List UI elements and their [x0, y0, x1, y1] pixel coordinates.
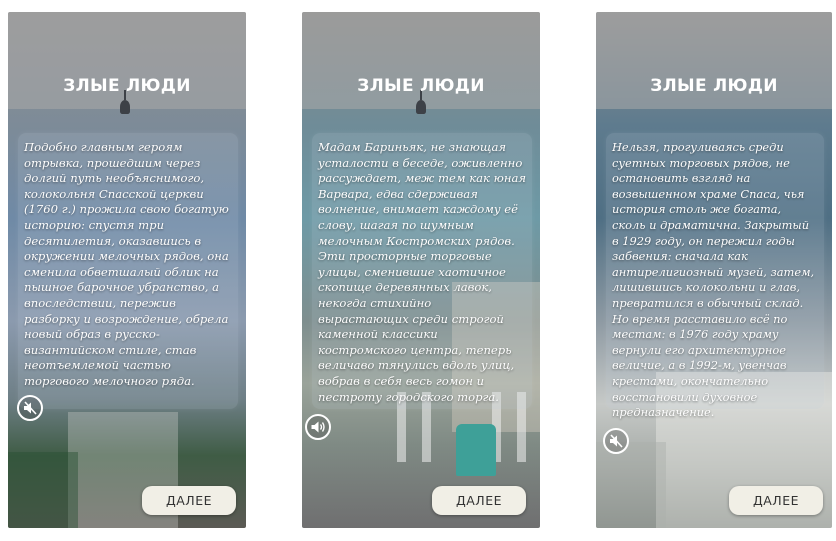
screen-title: ЗЛЫЕ ЛЮДИ: [63, 76, 191, 96]
sound-on-icon: [311, 421, 325, 433]
screen-title: ЗЛЫЕ ЛЮДИ: [357, 76, 485, 96]
church-wall: [596, 442, 666, 528]
sound-toggle-button[interactable]: [603, 428, 629, 454]
story-screen-1: ЗЛЫЕ ЛЮДИ Подобно главным героям отрывка…: [8, 12, 246, 528]
sound-toggle-button[interactable]: [17, 395, 43, 421]
story-text: Мадам Бариньяк, не знающая усталости в б…: [318, 140, 527, 404]
next-button[interactable]: ДАЛЕЕ: [432, 486, 526, 515]
story-text: Нельзя, прогуливаясь среди суетных торго…: [612, 140, 815, 420]
sound-toggle-button[interactable]: [305, 414, 331, 440]
person-figure: [456, 424, 496, 476]
screen-title: ЗЛЫЕ ЛЮДИ: [650, 76, 778, 96]
story-screen-3: ЗЛЫЕ ЛЮДИ Нельзя, прогуливаясь среди суе…: [596, 12, 832, 528]
green-roof-shape: [8, 452, 78, 528]
story-screen-2: ЗЛЫЕ ЛЮДИ Мадам Бариньяк, не знающая уст…: [302, 12, 540, 528]
next-button[interactable]: ДАЛЕЕ: [729, 486, 823, 515]
sound-off-icon: [610, 434, 623, 448]
sound-off-icon: [24, 401, 37, 415]
story-text: Подобно главным героям отрывка, прошедши…: [24, 140, 229, 388]
next-button[interactable]: ДАЛЕЕ: [142, 486, 236, 515]
church-dome: [120, 90, 130, 114]
church-dome: [416, 90, 426, 114]
